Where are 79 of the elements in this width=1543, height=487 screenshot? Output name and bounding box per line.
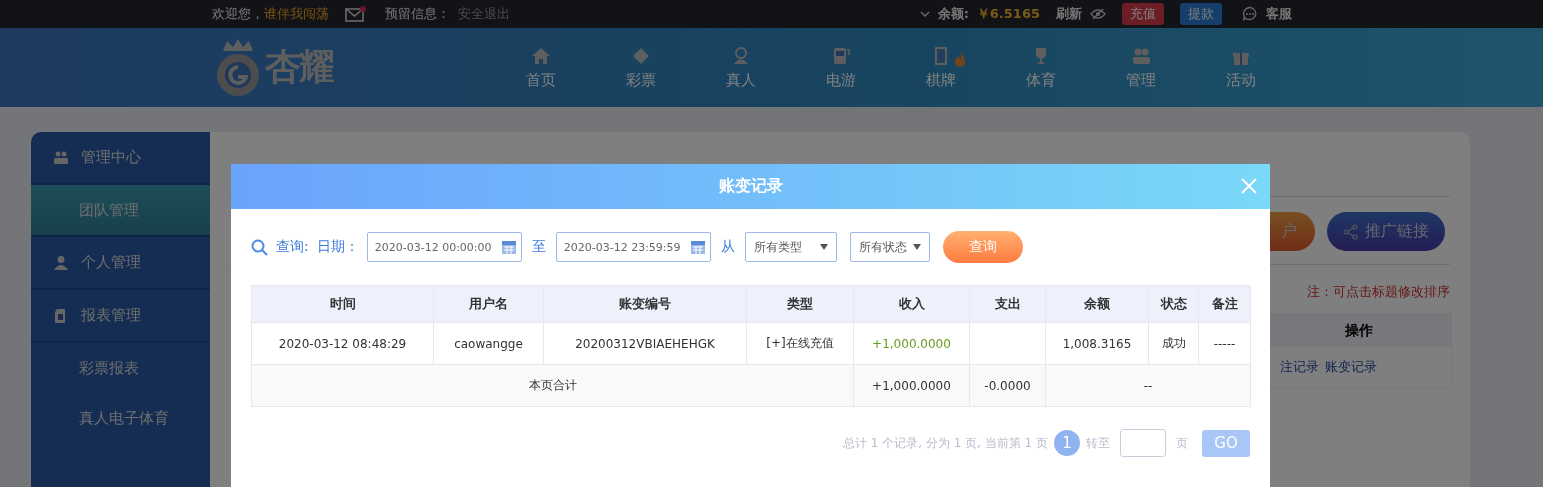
from-label: 从 bbox=[720, 238, 735, 256]
pagination-summary: 总计 1 个记录, 分为 1 页, 当前第 1 页 bbox=[842, 434, 1048, 452]
date-from-field[interactable]: 2020-03-12 00:00:00 bbox=[366, 232, 522, 262]
chevron-down-icon[interactable] bbox=[919, 10, 930, 18]
search-button[interactable]: 查询 bbox=[942, 231, 1023, 263]
record-link[interactable]: 注记录 bbox=[1280, 358, 1319, 376]
page-unit-label: 页 bbox=[1176, 434, 1188, 452]
page-number-field[interactable] bbox=[1120, 429, 1166, 457]
table-cell: [+]在线充值 bbox=[766, 336, 834, 350]
chat-icon[interactable] bbox=[1242, 6, 1258, 22]
to-label: 至 bbox=[531, 238, 546, 256]
record-link[interactable]: 账变记录 bbox=[1325, 358, 1377, 376]
nav-item[interactable]: 真人 bbox=[691, 45, 791, 90]
nav-item[interactable]: 管理 bbox=[1091, 45, 1191, 90]
logout-link[interactable]: 安全退出 bbox=[458, 5, 510, 23]
column-header[interactable]: 用户名 bbox=[433, 285, 544, 323]
nav-item[interactable]: 活动 bbox=[1191, 45, 1291, 90]
column-header[interactable]: 收入 bbox=[853, 285, 970, 323]
people-icon bbox=[53, 149, 69, 166]
column-header[interactable]: 备注 bbox=[1198, 285, 1251, 323]
table-cell: 2020-03-12 08:48:29 bbox=[278, 336, 407, 351]
table-cell: ----- bbox=[1213, 336, 1236, 351]
refresh-link[interactable]: 刷新 bbox=[1056, 5, 1082, 23]
balance-label: 余额: bbox=[937, 5, 969, 23]
nav-item[interactable]: 棋牌 bbox=[891, 45, 991, 90]
goto-label: 转至 bbox=[1086, 434, 1110, 452]
caret-icon bbox=[912, 244, 921, 250]
nav-item[interactable]: 首页 bbox=[491, 45, 591, 90]
table-cell: +1,000.0000 bbox=[872, 336, 951, 351]
nav-item[interactable]: 彩票 bbox=[591, 45, 691, 90]
column-header[interactable]: 账变编号 bbox=[543, 285, 747, 323]
date-label: 日期： bbox=[316, 238, 359, 256]
person-icon bbox=[731, 45, 751, 66]
promo-link-button[interactable]: 推广链接 bbox=[1327, 212, 1445, 251]
table-cell: -0.0000 bbox=[984, 378, 1031, 393]
column-header[interactable]: 余额 bbox=[1045, 285, 1149, 323]
eye-slash-icon[interactable] bbox=[1090, 8, 1106, 20]
current-page-button[interactable]: 1 bbox=[1054, 430, 1080, 456]
share-icon bbox=[1343, 223, 1359, 240]
balance-value: ￥6.5165 bbox=[976, 5, 1040, 23]
logo-text[interactable]: 杏耀 bbox=[265, 43, 333, 92]
sort-hint-text: 注：可点击标题修改排序 bbox=[1307, 284, 1450, 299]
column-header[interactable]: 时间 bbox=[251, 285, 434, 323]
deposit-button[interactable]: 充值 bbox=[1122, 3, 1164, 25]
go-button[interactable]: GO bbox=[1202, 429, 1250, 457]
person-icon bbox=[53, 254, 69, 271]
column-header[interactable]: 状态 bbox=[1148, 285, 1199, 323]
table-cell: +1,000.0000 bbox=[872, 378, 951, 393]
column-header[interactable]: 支出 bbox=[969, 285, 1046, 323]
slot-machine-icon bbox=[831, 45, 851, 66]
withdraw-button[interactable]: 提款 bbox=[1180, 3, 1222, 25]
modal-title: 账变记录 bbox=[718, 176, 783, 197]
sidebar-item[interactable]: 彩票报表 bbox=[31, 343, 210, 393]
column-header[interactable]: 类型 bbox=[746, 285, 854, 323]
calendar-icon[interactable] bbox=[500, 239, 517, 255]
table-cell: 成功 bbox=[1161, 336, 1186, 350]
sidebar-item[interactable]: 团队管理 bbox=[31, 185, 210, 237]
calendar-icon[interactable] bbox=[689, 239, 706, 255]
query-label: 查询: bbox=[276, 238, 309, 256]
table-cell: 20200312VBIAEHEHGK bbox=[575, 336, 715, 351]
diamond-icon bbox=[631, 45, 651, 66]
nav-item[interactable]: 体育 bbox=[991, 45, 1091, 90]
table-cell: 1,008.3165 bbox=[1062, 336, 1132, 351]
support-link[interactable]: 客服 bbox=[1266, 5, 1292, 23]
nav-item[interactable]: 电游 bbox=[791, 45, 891, 90]
status-select[interactable]: 所有状态 bbox=[849, 232, 930, 262]
reserved-info-label: 预留信息： bbox=[385, 5, 450, 23]
home-icon bbox=[531, 45, 551, 66]
table-cell: -- bbox=[1143, 378, 1153, 393]
type-select[interactable]: 所有类型 bbox=[744, 232, 837, 262]
caret-icon bbox=[819, 244, 828, 250]
search-icon bbox=[251, 238, 268, 256]
table-cell: caowangge bbox=[454, 336, 523, 351]
mail-icon[interactable] bbox=[345, 6, 367, 22]
date-to-field[interactable]: 2020-03-12 23:59:59 bbox=[555, 232, 711, 262]
username-link[interactable]: 谁伴我闯荡 bbox=[264, 5, 329, 23]
page-total-label: 本页合计 bbox=[528, 378, 577, 392]
greeting-text: 欢迎您， bbox=[212, 5, 264, 23]
sidebar-item[interactable]: 真人电子体育 bbox=[31, 393, 210, 443]
